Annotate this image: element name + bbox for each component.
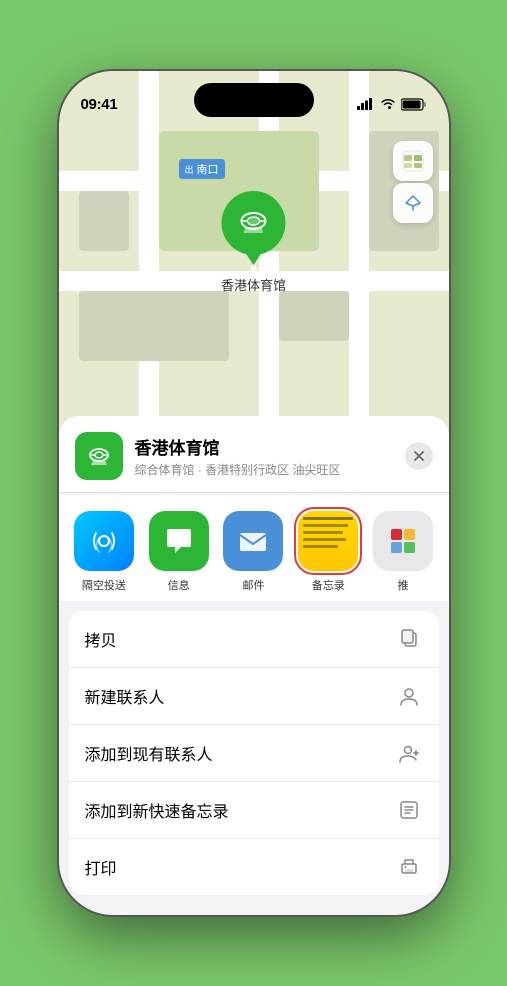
share-item-mail[interactable]: 邮件 [216, 511, 291, 593]
phone-frame: 09:41 [59, 71, 449, 915]
action-new-contact[interactable]: 新建联系人 [69, 668, 439, 725]
venue-subtitle: 综合体育馆 · 香港特别行政区 油尖旺区 [135, 461, 405, 478]
add-notes-icon [395, 796, 423, 824]
stadium-icon [235, 205, 271, 241]
action-add-notes-label: 添加到新快速备忘录 [85, 798, 229, 822]
bottom-sheet: 香港体育馆 综合体育馆 · 香港特别行政区 油尖旺区 [59, 416, 449, 915]
phone-screen: 09:41 [59, 71, 449, 915]
battery-icon [401, 98, 427, 111]
venue-header: 香港体育馆 综合体育馆 · 香港特别行政区 油尖旺区 [59, 416, 449, 493]
close-icon [414, 451, 424, 461]
venue-icon [75, 432, 123, 480]
venue-stadium-icon [85, 442, 113, 470]
airdrop-label: 隔空投送 [82, 577, 126, 593]
action-add-notes[interactable]: 添加到新快速备忘录 [69, 782, 439, 839]
copy-icon [395, 625, 423, 653]
location-arrow-icon [404, 194, 422, 212]
share-item-messages[interactable]: 信息 [141, 511, 216, 593]
pin-circle [221, 191, 285, 255]
airdrop-icon [88, 525, 120, 557]
close-button[interactable] [405, 442, 433, 470]
action-list: 拷贝 新建联系人 [69, 611, 439, 895]
map-controls [393, 141, 433, 223]
mail-icon-wrap [223, 511, 283, 571]
location-pin: 香港体育馆 [221, 191, 286, 294]
airdrop-icon-wrap [74, 511, 134, 571]
action-print[interactable]: 打印 [69, 839, 439, 895]
mail-icon [237, 525, 269, 557]
more-apps-icon [389, 527, 417, 555]
map-type-button[interactable] [393, 141, 433, 181]
share-item-airdrop[interactable]: 隔空投送 [67, 511, 142, 593]
notes-label: 备忘录 [312, 577, 345, 593]
wifi-icon [380, 98, 396, 110]
mail-label: 邮件 [242, 577, 264, 593]
status-time: 09:41 [81, 96, 118, 113]
notes-icon-wrap [298, 511, 358, 571]
action-print-label: 打印 [85, 855, 117, 879]
messages-icon-wrap [149, 511, 209, 571]
new-contact-icon [395, 682, 423, 710]
pin-dot [250, 265, 256, 271]
print-icon [395, 853, 423, 881]
venue-info: 香港体育馆 综合体育馆 · 香港特别行政区 油尖旺区 [135, 434, 405, 478]
more-icon-wrap [373, 511, 433, 571]
map-south-exit-label: 出 南口 [179, 159, 225, 179]
add-contact-icon [395, 739, 423, 767]
more-label: 推 [398, 577, 409, 593]
action-copy[interactable]: 拷贝 [69, 611, 439, 668]
messages-label: 信息 [168, 577, 190, 593]
action-add-contact-label: 添加到现有联系人 [85, 741, 213, 765]
map-type-icon [402, 150, 424, 172]
dynamic-island [194, 83, 314, 117]
share-item-notes[interactable]: 备忘录 [291, 511, 366, 593]
location-button[interactable] [393, 183, 433, 223]
share-item-more[interactable]: 推 [366, 511, 441, 593]
venue-name: 香港体育馆 [135, 434, 405, 459]
signal-icon [357, 98, 375, 110]
action-add-contact[interactable]: 添加到现有联系人 [69, 725, 439, 782]
pin-label: 香港体育馆 [221, 275, 286, 294]
status-icons [357, 98, 427, 111]
action-new-contact-label: 新建联系人 [85, 684, 165, 708]
share-row: 隔空投送 信息 [59, 495, 449, 601]
action-copy-label: 拷贝 [85, 627, 117, 651]
messages-icon [163, 525, 195, 557]
